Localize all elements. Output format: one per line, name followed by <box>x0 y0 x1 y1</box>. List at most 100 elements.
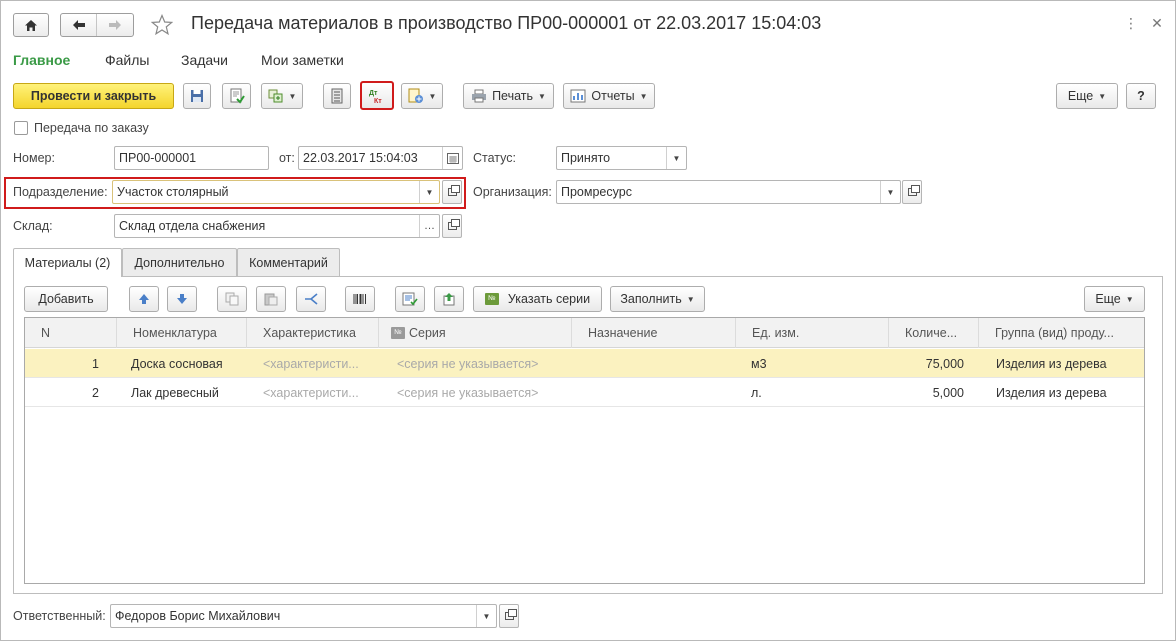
move-down-button[interactable] <box>167 286 197 312</box>
print-label: Печать <box>492 89 534 103</box>
date-from-label: от: <box>279 151 295 165</box>
cell-series[interactable]: <серия не указывается> <box>397 349 567 378</box>
help-button[interactable]: ? <box>1126 83 1156 109</box>
responsible-open-button[interactable] <box>499 604 519 628</box>
calendar-icon[interactable] <box>442 147 462 169</box>
table-row[interactable]: 2 Лак древесный <характеристи... <серия … <box>25 378 1144 407</box>
copy-row-button[interactable] <box>217 286 247 312</box>
back-button[interactable] <box>61 14 97 36</box>
cell-product-group[interactable]: Изделия из дерева <box>996 349 1144 378</box>
status-label: Статус: <box>473 151 516 165</box>
col-series-label: Серия <box>409 326 446 340</box>
status-select[interactable]: Принято ▼ <box>556 146 687 170</box>
tab-comment[interactable]: Комментарий <box>237 248 340 276</box>
division-value: Участок столярный <box>117 185 229 199</box>
col-product-group[interactable]: Группа (вид) проду... <box>979 318 1144 348</box>
cell-purpose[interactable] <box>587 378 727 407</box>
save-icon <box>191 90 203 102</box>
more-window-icon[interactable]: ⋮ <box>1122 14 1140 32</box>
cell-quantity[interactable]: 5,000 <box>889 378 964 407</box>
post-button[interactable] <box>222 83 251 109</box>
chevron-down-icon: ▼ <box>686 294 695 304</box>
by-order-checkbox[interactable] <box>14 121 28 135</box>
fill-button[interactable]: Заполнить ▼ <box>610 286 705 312</box>
cell-purpose[interactable] <box>587 349 727 378</box>
pick-list-icon <box>402 292 418 306</box>
svg-text:Дт: Дт <box>369 90 378 97</box>
favorite-star-icon[interactable] <box>150 13 174 39</box>
cell-series[interactable]: <серия не указывается> <box>397 378 567 407</box>
section-files[interactable]: Файлы <box>105 52 149 68</box>
more-button[interactable]: Еще ▼ <box>1056 83 1118 109</box>
create-based-icon <box>268 89 283 103</box>
chevron-down-icon[interactable]: ▼ <box>476 605 496 627</box>
add-row-button[interactable]: Добавить <box>24 286 108 312</box>
col-series[interactable]: № Серия <box>379 318 572 348</box>
number-field[interactable]: ПР00-000001 <box>114 146 269 170</box>
cell-item[interactable]: Лак древесный <box>131 378 247 407</box>
series-icon: № <box>391 327 405 339</box>
col-purpose[interactable]: Назначение <box>572 318 736 348</box>
specify-series-button[interactable]: № Указать серии <box>473 286 602 312</box>
chevron-down-icon: ▼ <box>538 91 546 101</box>
journal-button[interactable] <box>323 83 351 109</box>
print-button[interactable]: Печать ▼ <box>463 83 554 109</box>
responsible-field[interactable]: Федоров Борис Михайлович ▼ <box>110 604 497 628</box>
table-more-button[interactable]: Еще ▼ <box>1084 286 1145 312</box>
arrow-left-icon <box>72 20 85 30</box>
move-up-button[interactable] <box>129 286 159 312</box>
col-n[interactable]: N <box>25 318 117 348</box>
related-docs-button[interactable]: ▼ <box>401 83 443 109</box>
save-button[interactable] <box>183 83 211 109</box>
paste-row-button[interactable] <box>256 286 286 312</box>
col-item[interactable]: Номенклатура <box>117 318 247 348</box>
warehouse-field[interactable]: Склад отдела снабжения … <box>114 214 440 238</box>
chevron-down-icon[interactable]: ▼ <box>419 181 439 203</box>
open-icon <box>447 219 460 230</box>
home-button[interactable] <box>13 13 49 37</box>
forward-button[interactable] <box>97 14 133 36</box>
specify-series-label: Указать серии <box>507 292 591 306</box>
split-row-button[interactable] <box>296 286 326 312</box>
cell-product-group[interactable]: Изделия из дерева <box>996 378 1144 407</box>
col-quantity[interactable]: Количе... <box>889 318 979 348</box>
dt-kt-icon: ДтКт <box>369 90 382 104</box>
table-row[interactable]: 1 Доска сосновая <характеристи... <серия… <box>25 349 1144 378</box>
cell-item[interactable]: Доска сосновая <box>131 349 247 378</box>
organization-field[interactable]: Промресурс ▼ <box>556 180 901 204</box>
section-tasks[interactable]: Задачи <box>181 52 228 68</box>
cell-n: 1 <box>92 356 99 371</box>
dt-kt-postings-button[interactable]: Дт Кт <box>360 81 394 110</box>
related-documents-icon <box>408 88 423 103</box>
organization-open-button[interactable] <box>902 180 922 204</box>
warehouse-open-button[interactable] <box>442 214 462 238</box>
page-title: Передача материалов в производство ПР00-… <box>191 13 822 33</box>
post-and-close-button[interactable]: Провести и закрыть <box>13 83 174 109</box>
fill-from-button[interactable] <box>434 286 464 312</box>
chevron-down-icon: ▼ <box>639 91 648 101</box>
date-field[interactable]: 22.03.2017 15:04:03 <box>298 146 463 170</box>
open-icon <box>907 185 920 196</box>
pick-items-button[interactable] <box>395 286 425 312</box>
close-icon[interactable]: ✕ <box>1148 14 1166 32</box>
chevron-down-icon[interactable]: ▼ <box>880 181 900 203</box>
tab-additional[interactable]: Дополнительно <box>122 248 237 276</box>
tab-materials[interactable]: Материалы (2) <box>13 248 122 277</box>
cell-quantity[interactable]: 75,000 <box>889 349 964 378</box>
division-open-button[interactable] <box>442 180 462 204</box>
cell-characteristic[interactable]: <характеристи... <box>263 378 373 407</box>
cell-unit[interactable]: л. <box>751 378 881 407</box>
ellipsis-icon[interactable]: … <box>419 215 439 237</box>
section-notes[interactable]: Мои заметки <box>261 52 344 68</box>
chevron-down-icon[interactable]: ▼ <box>666 147 686 169</box>
create-based-on-button[interactable]: ▼ <box>261 83 303 109</box>
col-unit[interactable]: Ед. изм. <box>736 318 889 348</box>
cell-characteristic[interactable]: <характеристи... <box>263 349 373 378</box>
col-characteristic[interactable]: Характеристика <box>247 318 379 348</box>
barcode-button[interactable] <box>345 286 375 312</box>
reports-button[interactable]: Отчеты ▼ <box>563 83 655 109</box>
division-field[interactable]: Участок столярный ▼ <box>112 180 440 204</box>
section-main[interactable]: Главное <box>13 52 70 68</box>
cell-unit[interactable]: м3 <box>751 349 881 378</box>
chevron-down-icon: ▼ <box>1098 91 1107 101</box>
